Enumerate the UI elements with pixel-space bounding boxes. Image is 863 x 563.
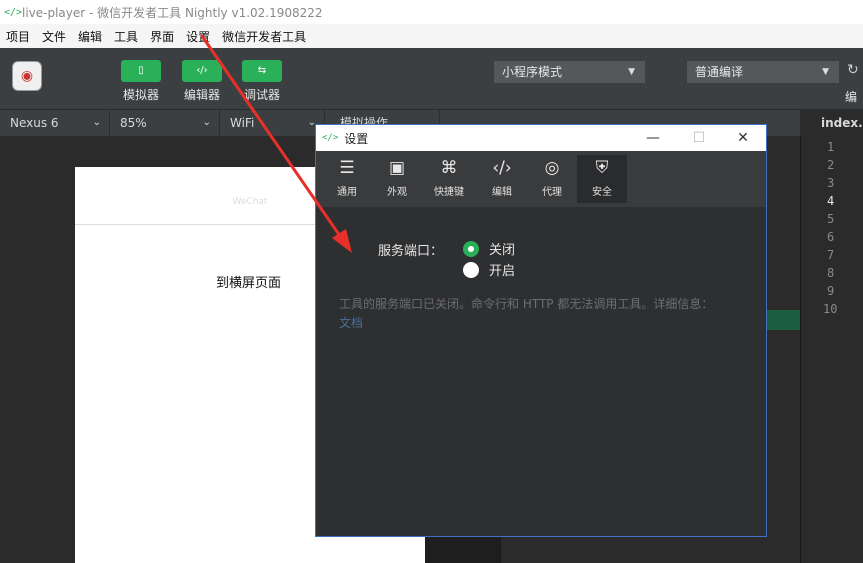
editor-label: 编辑器 bbox=[183, 88, 220, 102]
globe-icon: ◎ bbox=[544, 158, 560, 178]
command-icon: ⌘ bbox=[440, 158, 458, 178]
tab-label: 快捷键 bbox=[434, 187, 464, 198]
radio-off-label: 关闭 bbox=[489, 243, 516, 258]
radio-off[interactable]: 关闭 bbox=[463, 239, 515, 258]
line-number: 9 bbox=[827, 284, 835, 298]
dialog-title: 设置 bbox=[344, 131, 369, 146]
menu-edit[interactable]: 编辑 bbox=[78, 28, 102, 45]
landscape-link[interactable]: 到横屏页面 bbox=[216, 272, 281, 291]
simulator-button[interactable]: ▯ 模拟器 bbox=[115, 60, 167, 103]
line-number: 3 bbox=[827, 176, 835, 190]
port-label: 服务端口： bbox=[378, 244, 444, 259]
mode-select-value: 小程序模式 bbox=[502, 65, 563, 79]
sliders-icon: ☰ bbox=[339, 158, 355, 178]
debugger-label: 调试器 bbox=[243, 88, 280, 102]
settings-tab-bar: ☰ 通用 ▣ 外观 ⌘ 快捷键 ‹/› 编辑 ◎ 代理 ⛨ 安全 bbox=[316, 151, 766, 207]
device-value: Nexus 6 bbox=[10, 116, 59, 130]
security-settings: 服务端口： 关闭 开启 工具的服务端口已关闭。命令行和 HTTP 都无法调用工具… bbox=[316, 207, 766, 536]
zoom-select[interactable]: 85% ⌄ bbox=[110, 110, 220, 136]
tab-label: 编辑 bbox=[492, 187, 512, 198]
avatar[interactable]: ◉ bbox=[12, 61, 42, 91]
tab-security[interactable]: ⛨ 安全 bbox=[577, 155, 627, 203]
line-number: 1 bbox=[827, 140, 835, 154]
device-select[interactable]: Nexus 6 ⌄ bbox=[0, 110, 110, 136]
shield-icon: ⛨ bbox=[595, 158, 609, 178]
highlight-bar bbox=[767, 310, 801, 330]
line-number-active: 4 bbox=[827, 194, 835, 208]
line-number: 8 bbox=[827, 266, 835, 280]
app-logo-icon: </> bbox=[322, 133, 339, 143]
close-icon[interactable]: ✕ bbox=[720, 125, 766, 151]
main-toolbar: ◉ ▯ 模拟器 ‹/› 编辑器 ⇆ 调试器 小程序模式 ▼ 普通编译 ▼ ↻ 编 bbox=[0, 48, 863, 110]
radio-button[interactable] bbox=[463, 261, 479, 278]
menu-project[interactable]: 项目 bbox=[6, 28, 30, 45]
app-logo-icon: </> bbox=[4, 6, 23, 18]
simulator-label: 模拟器 bbox=[122, 88, 159, 102]
window-icon: ▣ bbox=[388, 158, 406, 178]
tab-proxy[interactable]: ◎ 代理 bbox=[527, 155, 577, 203]
chevron-down-icon: ⌄ bbox=[202, 117, 211, 128]
code-icon: ‹/› bbox=[182, 60, 222, 82]
tab-label: 代理 bbox=[542, 187, 562, 198]
chevron-down-icon: ▼ bbox=[628, 67, 635, 77]
tab-appearance[interactable]: ▣ 外观 bbox=[372, 155, 422, 203]
menu-bar: 项目 文件 编辑 工具 界面 设置 微信开发者工具 bbox=[0, 24, 863, 48]
radio-on-label: 开启 bbox=[489, 264, 516, 279]
editor-button[interactable]: ‹/› 编辑器 bbox=[176, 60, 228, 103]
chevron-down-icon: ⌄ bbox=[92, 117, 101, 128]
debugger-button[interactable]: ⇆ 调试器 bbox=[236, 60, 288, 103]
settings-dialog: </> 设置 — ☐ ✕ ☰ 通用 ▣ 外观 ⌘ 快捷键 ‹/› 编辑 ◎ 代理… bbox=[315, 124, 767, 537]
line-number: 5 bbox=[827, 212, 835, 226]
line-number: 10 bbox=[823, 302, 838, 316]
network-value: WiFi bbox=[230, 116, 255, 130]
menu-settings[interactable]: 设置 bbox=[186, 28, 210, 45]
menu-wechat-devtools[interactable]: 微信开发者工具 bbox=[222, 28, 306, 45]
dialog-titlebar: </> 设置 — ☐ ✕ bbox=[316, 125, 766, 151]
window-titlebar: </> live-player - 微信开发者工具 Nightly v1.02.… bbox=[0, 0, 863, 24]
file-tab[interactable]: index.w bbox=[800, 110, 863, 136]
maximize-icon[interactable]: ☐ bbox=[676, 125, 722, 151]
compile-label: 编 bbox=[845, 90, 858, 104]
refresh-icon[interactable]: ↻ bbox=[847, 62, 859, 78]
menu-file[interactable]: 文件 bbox=[42, 28, 66, 45]
port-description: 工具的服务端口已关闭。命令行和 HTTP 都无法调用工具。详细信息： bbox=[339, 297, 714, 311]
compile-select[interactable]: 普通编译 ▼ bbox=[687, 61, 839, 83]
docs-link[interactable]: 文档 bbox=[339, 314, 363, 331]
zoom-value: 85% bbox=[120, 116, 147, 130]
line-number: 6 bbox=[827, 230, 835, 244]
tab-shortcuts[interactable]: ⌘ 快捷键 bbox=[424, 155, 474, 203]
debug-icon: ⇆ bbox=[242, 60, 282, 82]
line-gutter: 1 2 3 4 5 6 7 8 9 10 bbox=[800, 136, 863, 563]
compile-select-value: 普通编译 bbox=[695, 65, 744, 79]
tab-label: 通用 bbox=[337, 187, 357, 198]
tab-label: 外观 bbox=[387, 187, 407, 198]
chevron-down-icon: ▼ bbox=[822, 67, 829, 77]
tab-general[interactable]: ☰ 通用 bbox=[322, 155, 372, 203]
tab-label: 安全 bbox=[592, 187, 612, 198]
network-select[interactable]: WiFi ⌄ bbox=[220, 110, 325, 136]
window-title: live-player - 微信开发者工具 Nightly v1.02.1908… bbox=[22, 5, 323, 20]
line-number: 2 bbox=[827, 158, 835, 172]
menu-tools[interactable]: 工具 bbox=[114, 28, 138, 45]
tab-edit[interactable]: ‹/› 编辑 bbox=[477, 155, 527, 203]
line-number: 7 bbox=[827, 248, 835, 262]
radio-on[interactable]: 开启 bbox=[463, 260, 515, 279]
menu-interface[interactable]: 界面 bbox=[150, 28, 174, 45]
phone-icon: ▯ bbox=[121, 60, 161, 82]
code-icon: ‹/› bbox=[492, 158, 512, 178]
mode-select[interactable]: 小程序模式 ▼ bbox=[494, 61, 645, 83]
radio-button-selected[interactable] bbox=[463, 240, 479, 257]
minimize-icon[interactable]: — bbox=[630, 125, 676, 151]
